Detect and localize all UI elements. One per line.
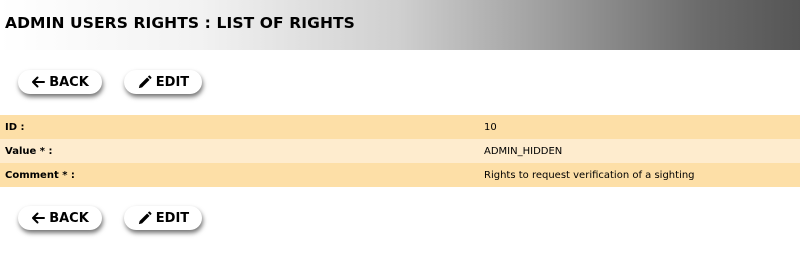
pencil-icon: [137, 210, 152, 226]
back-button-label: BACK: [49, 74, 89, 90]
detail-row-comment: Comment * : Rights to request verificati…: [0, 163, 800, 187]
detail-row-value: Value * : ADMIN_HIDDEN: [0, 139, 800, 163]
detail-label: ID :: [5, 121, 25, 133]
back-button-label: BACK: [49, 210, 89, 226]
edit-button-bottom[interactable]: EDIT: [124, 206, 202, 230]
edit-button[interactable]: EDIT: [124, 70, 202, 94]
detail-label: Comment * :: [5, 169, 75, 181]
back-button-bottom[interactable]: BACK: [18, 206, 102, 230]
detail-value: 10: [484, 121, 497, 133]
detail-value: ADMIN_HIDDEN: [484, 145, 563, 157]
title-bar: ADMIN USERS RIGHTS : LIST OF RIGHTS: [0, 0, 800, 50]
pencil-icon: [137, 74, 152, 90]
arrow-left-icon: [31, 76, 46, 88]
arrow-left-icon: [31, 212, 46, 224]
details-table: ID : 10 Value * : ADMIN_HIDDEN Comment *…: [0, 115, 800, 187]
detail-value: Rights to request verification of a sigh…: [484, 169, 695, 181]
edit-button-label: EDIT: [155, 74, 190, 90]
edit-button-label: EDIT: [155, 210, 190, 226]
page-title: ADMIN USERS RIGHTS : LIST OF RIGHTS: [5, 14, 355, 32]
detail-label: Value * :: [5, 145, 53, 157]
back-button[interactable]: BACK: [18, 70, 102, 94]
detail-row-id: ID : 10: [0, 115, 800, 139]
